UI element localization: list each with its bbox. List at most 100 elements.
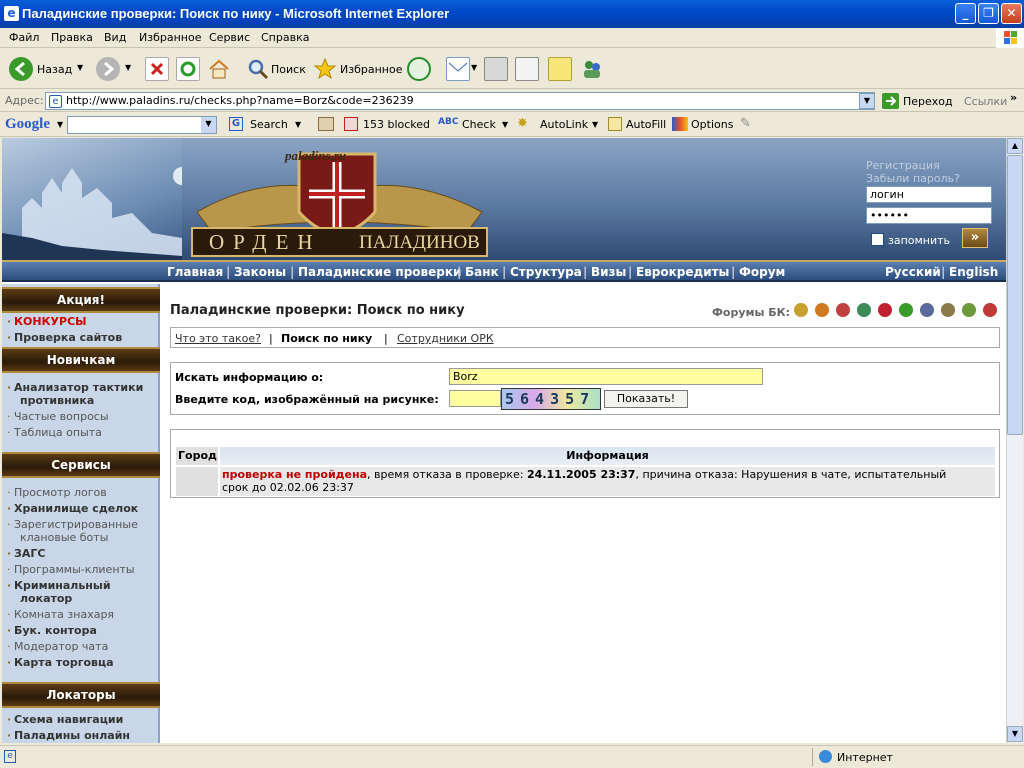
minimize-button[interactable]: _	[955, 3, 976, 24]
forgot-password-link[interactable]: Забыли пароль?	[866, 172, 960, 185]
mail-dropdown-icon[interactable]: ▼	[471, 63, 477, 72]
sidebar-item-contests[interactable]: КОНКУРСЫ	[7, 315, 87, 328]
sidebar-item-nav-scheme[interactable]: Схема навигации	[7, 713, 123, 726]
tab-what-is-this[interactable]: Что это такое?	[175, 332, 261, 345]
sidebar-item-exp-table[interactable]: Таблица опыта	[7, 426, 102, 439]
google-search-input[interactable]: ▼	[67, 116, 217, 134]
autofill-button[interactable]: AutoFill	[626, 118, 666, 131]
sidebar-item-logs[interactable]: Просмотр логов	[7, 486, 107, 499]
news-icon[interactable]	[318, 117, 334, 131]
menu-file[interactable]: Файл	[9, 31, 39, 44]
address-input[interactable]: e http://www.paladins.ru/checks.php?name…	[45, 92, 875, 110]
nav-eurocredits[interactable]: Еврокредиты	[636, 265, 729, 279]
menu-favorites[interactable]: Избранное	[139, 31, 201, 44]
back-dropdown-icon[interactable]: ▼	[77, 63, 83, 72]
nav-forum[interactable]: Форум	[739, 265, 785, 279]
nav-lang-ru[interactable]: Русский	[885, 265, 941, 279]
options-icon[interactable]	[672, 117, 688, 131]
refresh-icon[interactable]	[176, 57, 200, 81]
maximize-button[interactable]: ❐	[978, 3, 999, 24]
nick-input[interactable]: Borz	[449, 368, 763, 385]
links-label[interactable]: Ссылки	[964, 95, 1007, 108]
go-arrow-icon[interactable]	[882, 93, 899, 109]
favorites-button[interactable]: Избранное	[340, 63, 402, 76]
menu-tools[interactable]: Сервис	[209, 31, 250, 44]
mail-icon[interactable]	[446, 57, 470, 81]
scroll-up-icon[interactable]: ▲	[1007, 138, 1023, 154]
page-scrollbar[interactable]: ▲ ▼	[1006, 138, 1023, 743]
sidebar-item-tactics-analyzer[interactable]: Анализатор тактики	[7, 381, 143, 394]
highlighter-icon[interactable]: ✎	[740, 116, 751, 131]
options-button[interactable]: Options	[691, 118, 733, 131]
sidebar-item-site-check[interactable]: Проверка сайтов	[7, 331, 122, 344]
autofill-icon[interactable]	[608, 117, 622, 131]
google-search-button[interactable]: Search	[250, 118, 288, 131]
login-input[interactable]: логин	[866, 186, 992, 203]
go-button[interactable]: Переход	[903, 95, 953, 108]
search-icon[interactable]	[246, 57, 270, 81]
sidebar-item-deal-storage[interactable]: Хранилище сделок	[7, 502, 138, 515]
google-input-dropdown-icon[interactable]: ▼	[201, 117, 216, 133]
sidebar-item-paladins-online[interactable]: Паладины онлайн	[7, 729, 130, 742]
password-input[interactable]: ••••••	[866, 207, 992, 224]
nav-paladin-checks[interactable]: Паладинские проверки	[298, 265, 461, 279]
menu-view[interactable]: Вид	[104, 31, 126, 44]
sidebar-item-clients[interactable]: Программы-клиенты	[7, 563, 135, 576]
popup-blocker-icon[interactable]	[344, 117, 358, 131]
forward-dropdown-icon[interactable]: ▼	[125, 63, 131, 72]
menu-edit[interactable]: Правка	[51, 31, 93, 44]
sidebar-item-bookmaker[interactable]: Бук. контора	[7, 624, 97, 637]
print-icon[interactable]	[484, 57, 508, 81]
search-dropdown-icon[interactable]: ▼	[295, 120, 301, 129]
google-menu-dropdown-icon[interactable]: ▼	[57, 120, 63, 129]
check-button[interactable]: Check	[462, 118, 496, 131]
sidebar-item-tactics-analyzer-2[interactable]: противника	[20, 394, 94, 407]
autolink-icon[interactable]: ✸	[517, 116, 528, 131]
home-icon[interactable]	[207, 57, 231, 81]
messenger-icon[interactable]	[580, 57, 604, 81]
chevron-right-icon[interactable]: »	[1010, 91, 1017, 104]
sidebar-item-trader-map[interactable]: Карта торговца	[7, 656, 114, 669]
sidebar-item-zags[interactable]: ЗАГС	[7, 547, 46, 560]
nav-laws[interactable]: Законы	[234, 265, 286, 279]
sidebar-item-criminal-locator[interactable]: Криминальный	[7, 579, 111, 592]
scroll-down-icon[interactable]: ▼	[1007, 726, 1023, 742]
sidebar-item-healer-room[interactable]: Комната знахаря	[7, 608, 114, 621]
tab-ork-staff[interactable]: Сотрудники ОРК	[397, 332, 494, 345]
favorites-star-icon[interactable]	[313, 57, 337, 81]
tab-search-by-nick[interactable]: Поиск по нику	[281, 332, 372, 345]
autolink-button[interactable]: AutoLink	[540, 118, 588, 131]
stop-icon[interactable]	[145, 57, 169, 81]
sidebar-item-clan-bots-2[interactable]: клановые боты	[20, 531, 108, 544]
discuss-icon[interactable]	[548, 57, 572, 81]
sidebar-item-chat-moderator[interactable]: Модератор чата	[7, 640, 108, 653]
sidebar-item-clan-bots[interactable]: Зарегистрированные	[7, 518, 138, 531]
nav-structure[interactable]: Структура	[510, 265, 582, 279]
sidebar-item-faq[interactable]: Частые вопросы	[7, 410, 109, 423]
google-search-icon[interactable]: G	[229, 117, 243, 131]
menu-help[interactable]: Справка	[261, 31, 309, 44]
check-dropdown-icon[interactable]: ▼	[502, 120, 508, 129]
address-dropdown-icon[interactable]: ▼	[859, 93, 875, 109]
sidebar-item-criminal-locator-2[interactable]: локатор	[20, 592, 72, 605]
login-button[interactable]: »	[962, 228, 988, 248]
nav-lang-en[interactable]: English	[949, 265, 998, 279]
popup-blocked-count[interactable]: 153 blocked	[363, 118, 430, 131]
google-logo[interactable]: Google	[5, 116, 50, 133]
nav-visas[interactable]: Визы	[591, 265, 626, 279]
history-icon[interactable]	[407, 57, 431, 81]
scroll-thumb[interactable]	[1007, 155, 1023, 435]
close-button[interactable]: ✕	[1001, 3, 1022, 24]
back-arrow-icon[interactable]	[9, 57, 33, 81]
nav-bank[interactable]: Банк	[465, 265, 499, 279]
search-button[interactable]: Поиск	[271, 63, 306, 76]
forward-arrow-icon[interactable]	[96, 57, 120, 81]
autolink-dropdown-icon[interactable]: ▼	[592, 120, 598, 129]
show-button[interactable]: Показать!	[604, 390, 688, 408]
edit-icon[interactable]	[515, 57, 539, 81]
spellcheck-icon[interactable]: ABC	[438, 117, 458, 127]
back-button[interactable]: Назад	[37, 63, 72, 76]
register-link[interactable]: Регистрация	[866, 159, 940, 172]
code-input[interactable]	[449, 390, 501, 407]
nav-home[interactable]: Главная	[167, 265, 223, 279]
